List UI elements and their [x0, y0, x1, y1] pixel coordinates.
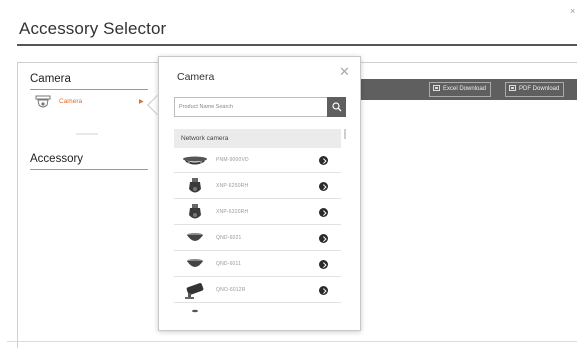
group-header: Network camera: [174, 129, 341, 148]
category-column: Camera Camera ▶ Accessory: [18, 63, 159, 348]
pdf-download-button[interactable]: PDF Download: [505, 82, 565, 97]
search-box: [174, 97, 346, 117]
list-item[interactable]: XNP-6250RH: [174, 174, 341, 199]
dome-camera-icon: [187, 259, 203, 267]
camera-dome-icon: [35, 95, 51, 108]
bottom-divider: [7, 341, 577, 342]
product-model: XNP-6250RH: [216, 183, 249, 189]
title-divider: [17, 44, 577, 46]
list-item[interactable]: QND-6021: [174, 226, 341, 251]
chevron-right-icon[interactable]: [319, 260, 328, 269]
page-title: Accessory Selector: [19, 19, 167, 38]
close-icon[interactable]: ✕: [339, 65, 350, 78]
list-item[interactable]: QNO-6012R: [174, 278, 341, 303]
list-item[interactable]: [174, 304, 341, 325]
multi-sensor-camera-icon: [183, 156, 207, 165]
sidebar-item-camera[interactable]: Camera ▶: [35, 94, 155, 112]
bullet-camera-icon: [185, 283, 204, 299]
product-model: QNO-6012R: [216, 287, 246, 293]
download-icon: [433, 85, 440, 91]
ptz-camera-icon: [189, 204, 201, 219]
product-model: PNM-9000VD: [216, 157, 249, 163]
sidebar-item-label: Camera: [59, 98, 83, 105]
accessory-section-title: Accessory: [30, 153, 84, 165]
ptz-camera-icon: [189, 178, 201, 193]
product-model: QND-6021: [216, 235, 242, 241]
corner-close-icon[interactable]: ×: [570, 6, 575, 16]
popup-title: Camera: [177, 71, 215, 83]
chevron-right-icon[interactable]: [319, 234, 328, 243]
chevron-right-icon[interactable]: [319, 182, 328, 191]
search-icon: [332, 102, 342, 112]
list-item[interactable]: QND-6011: [174, 252, 341, 277]
product-model: XNP-6320RH: [216, 209, 249, 215]
divider: [76, 133, 98, 135]
download-icon: [509, 85, 516, 91]
chevron-right-icon[interactable]: [319, 208, 328, 217]
pdf-download-label: PDF Download: [519, 86, 560, 92]
list-item[interactable]: PNM-9000VD: [174, 148, 341, 173]
search-button[interactable]: [327, 97, 346, 117]
results-toolbar: Excel Download PDF Download: [359, 79, 577, 100]
list-item[interactable]: XNP-6320RH: [174, 200, 341, 225]
camera-thumbnail-icon: [192, 309, 198, 313]
scrollbar[interactable]: [344, 129, 346, 139]
chevron-right-icon[interactable]: [319, 286, 328, 295]
accessory-section-divider: [30, 169, 148, 170]
excel-download-button[interactable]: Excel Download: [429, 82, 492, 97]
chevron-right-icon: ▶: [139, 99, 144, 105]
product-list: Network camera PNM-9000VD XNP-6250RH XNP…: [174, 129, 344, 325]
camera-section-divider: [30, 89, 148, 90]
camera-popup: Camera ✕ Network camera PNM-9000VD: [158, 56, 361, 331]
excel-download-label: Excel Download: [443, 86, 487, 92]
camera-section-title: Camera: [30, 73, 71, 85]
dome-camera-icon: [187, 233, 203, 241]
search-input[interactable]: [174, 97, 327, 117]
chevron-right-icon[interactable]: [319, 156, 328, 165]
product-model: QND-6011: [216, 261, 242, 267]
